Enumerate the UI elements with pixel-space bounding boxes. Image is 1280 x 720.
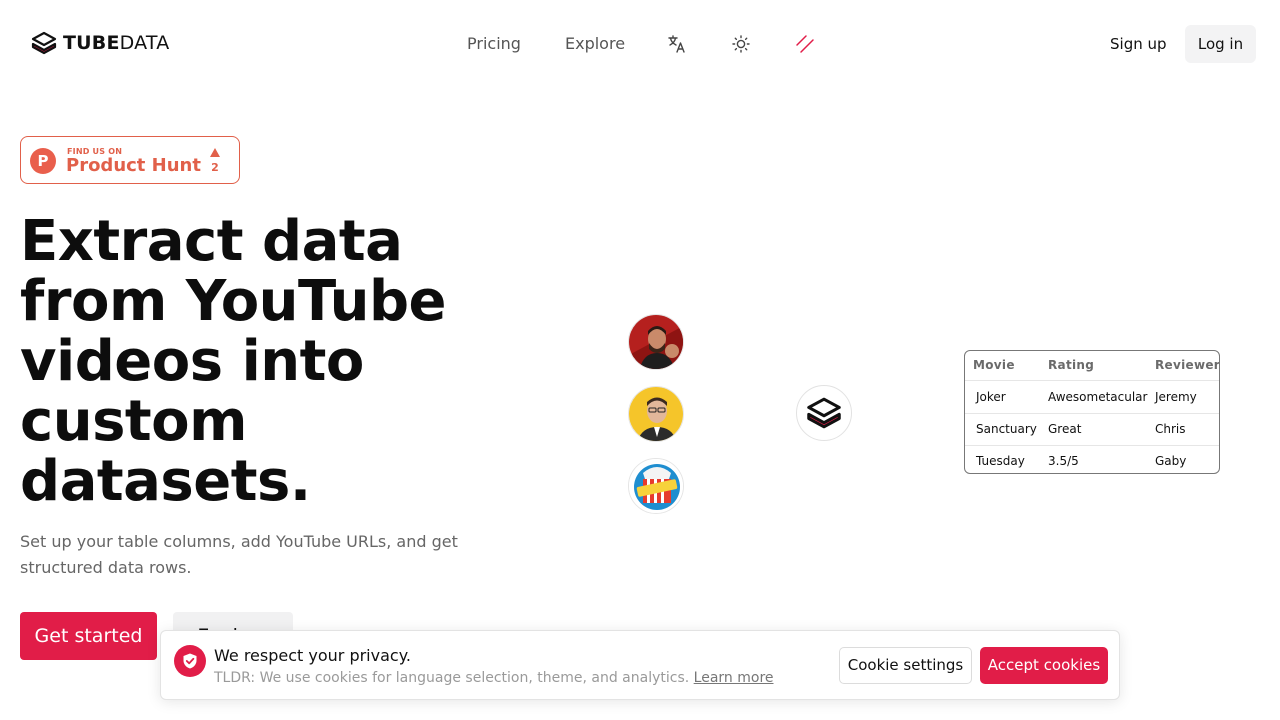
accept-cookies-button[interactable]: Accept cookies (980, 647, 1108, 684)
dataset-table: Movie Rating Reviewer Joker Awesometacul… (964, 350, 1220, 474)
cookie-banner: We respect your privacy. TLDR: We use co… (160, 630, 1120, 700)
table-header-cell: Movie (973, 358, 1015, 372)
table-row: Sanctuary Great Chris (965, 413, 1219, 445)
get-started-button[interactable]: Get started (20, 612, 157, 660)
table-header-row: Movie Rating Reviewer (965, 351, 1219, 381)
product-hunt-badge[interactable]: P FIND US ON Product Hunt 2 (20, 136, 240, 184)
cookie-title: We respect your privacy. (214, 646, 411, 665)
table-row: Tuesday 3.5/5 Gaby (965, 445, 1219, 473)
slash-icon[interactable] (795, 34, 815, 54)
hero-subtitle: Set up your table columns, add YouTube U… (20, 532, 458, 577)
shield-check-icon (174, 645, 206, 677)
table-row: Joker Awesometacular Jeremy (965, 381, 1219, 413)
table-cell: Gaby (1155, 454, 1187, 468)
product-hunt-label: Product Hunt (66, 155, 201, 176)
table-cell: Great (1048, 422, 1082, 436)
table-cell: 3.5/5 (1048, 454, 1079, 468)
cookie-settings-button[interactable]: Cookie settings (839, 647, 972, 684)
table-cell: Chris (1155, 422, 1186, 436)
channel-avatar-2 (628, 386, 684, 442)
table-cell: Jeremy (1155, 390, 1197, 404)
tubedata-hub-icon (796, 385, 852, 441)
channel-avatar-1 (628, 314, 684, 370)
product-hunt-icon: P (30, 148, 56, 174)
table-cell: Joker (976, 390, 1006, 404)
upvote-count: 2 (211, 161, 219, 174)
table-cell: Awesometacular (1048, 390, 1148, 404)
channel-avatar-3 (628, 458, 684, 514)
table-cell: Sanctuary (976, 422, 1037, 436)
nav-pricing[interactable]: Pricing (467, 32, 521, 56)
table-header-cell: Rating (1048, 358, 1095, 372)
hero-title: Extract data from YouTube videos into cu… (20, 209, 447, 514)
login-button[interactable]: Log in (1185, 25, 1256, 63)
table-cell: Tuesday (976, 454, 1025, 468)
sun-icon[interactable] (731, 34, 751, 54)
learn-more-link[interactable]: Learn more (694, 670, 774, 686)
translate-icon[interactable] (667, 34, 687, 54)
main-nav: Pricing Explore (0, 32, 1280, 56)
cookie-text: TLDR: We use cookies for language select… (214, 670, 774, 686)
table-header-cell: Reviewer (1155, 358, 1220, 372)
upvote-arrow-icon (210, 148, 220, 157)
signup-link[interactable]: Sign up (1110, 32, 1167, 56)
nav-explore[interactable]: Explore (565, 32, 625, 56)
